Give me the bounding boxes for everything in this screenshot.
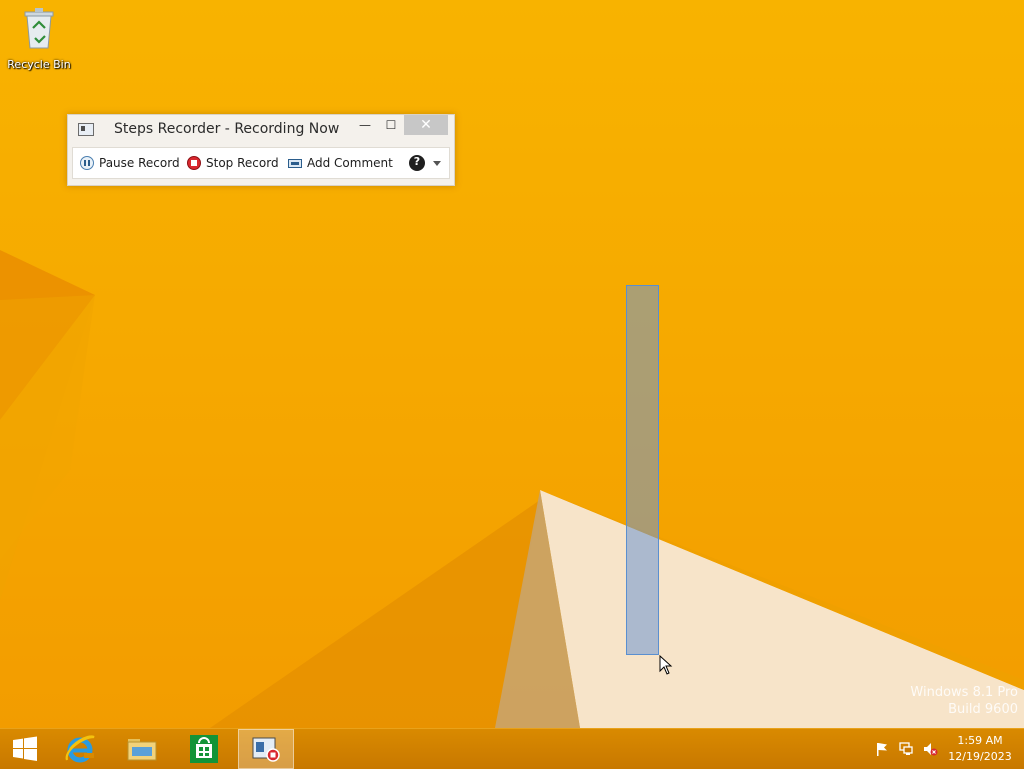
taskbar-windows-store[interactable] — [176, 729, 232, 769]
steps-recorder-window[interactable]: Steps Recorder - Recording Now — ☐ ✕ Pau… — [67, 114, 455, 186]
windows-watermark: Windows 8.1 Pro Build 9600 — [910, 684, 1018, 718]
system-clock[interactable]: 1:59 AM 12/19/2023 — [945, 733, 1015, 765]
help-button[interactable]: ? — [409, 154, 430, 172]
desktop[interactable]: Recycle Bin Steps Recorder - Recording N… — [0, 0, 1024, 728]
help-icon: ? — [409, 155, 425, 171]
volume-muted-icon[interactable] — [922, 741, 938, 757]
add-comment-button[interactable]: Add Comment — [288, 154, 393, 172]
stop-record-button[interactable]: Stop Record — [187, 154, 279, 172]
action-center-flag-icon[interactable] — [874, 741, 890, 757]
close-button[interactable]: ✕ — [404, 115, 448, 135]
internet-explorer-icon — [65, 735, 95, 763]
windows-logo-icon — [13, 736, 37, 761]
selection-rectangle — [626, 285, 659, 655]
steps-recorder-app-icon — [78, 123, 94, 136]
mouse-cursor-icon — [659, 655, 673, 675]
watermark-edition: Windows 8.1 Pro — [910, 685, 1018, 700]
pause-record-button[interactable]: Pause Record — [80, 154, 180, 172]
maximize-button[interactable]: ☐ — [380, 115, 402, 135]
wallpaper-shapes — [0, 250, 1024, 728]
stop-record-label: Stop Record — [206, 156, 279, 170]
comment-icon — [288, 158, 302, 168]
recycle-bin-label: Recycle Bin — [7, 58, 71, 71]
taskbar: 1:59 AM 12/19/2023 — [0, 728, 1024, 769]
title-bar[interactable]: Steps Recorder - Recording Now — ☐ ✕ — [68, 115, 454, 143]
stop-icon — [187, 156, 201, 170]
pause-icon — [80, 156, 94, 170]
recycle-bin-icon — [24, 8, 54, 49]
watermark-build: Build 9600 — [948, 702, 1018, 717]
store-bag-icon — [190, 735, 218, 763]
add-comment-label: Add Comment — [307, 156, 393, 170]
recorder-toolbar: Pause Record Stop Record Add Comment ? — [72, 147, 450, 179]
folder-icon — [127, 739, 157, 761]
clock-date: 12/19/2023 — [948, 750, 1012, 763]
start-button[interactable] — [0, 729, 50, 769]
taskbar-internet-explorer[interactable] — [52, 729, 108, 769]
options-dropdown-button[interactable] — [433, 154, 441, 172]
network-icon[interactable] — [898, 741, 914, 757]
window-title: Steps Recorder - Recording Now — [114, 121, 340, 137]
chevron-down-icon — [433, 160, 441, 166]
clock-time: 1:59 AM — [957, 734, 1003, 747]
recycle-bin-shortcut[interactable]: Recycle Bin — [6, 6, 72, 71]
pause-record-label: Pause Record — [99, 156, 180, 170]
taskbar-file-explorer[interactable] — [114, 729, 170, 769]
steps-recorder-icon — [252, 737, 280, 762]
minimize-button[interactable]: — — [354, 115, 376, 135]
taskbar-steps-recorder[interactable] — [238, 729, 294, 769]
